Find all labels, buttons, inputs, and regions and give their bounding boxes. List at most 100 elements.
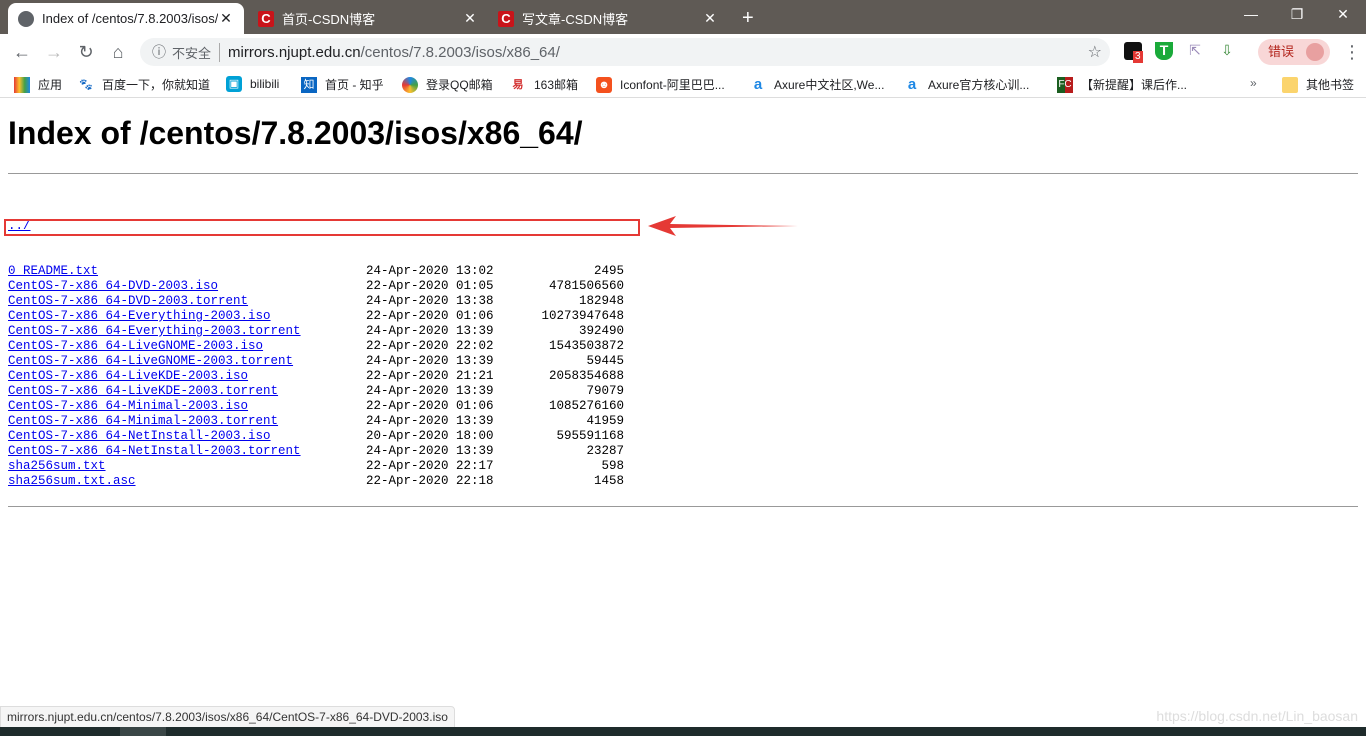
file-link[interactable]: CentOS-7-x86_64-LiveKDE-2003.iso <box>8 369 248 384</box>
info-icon[interactable]: ⓘ <box>152 42 166 62</box>
file-size: 2058354688 <box>548 369 624 383</box>
file-row: CentOS-7-x86_64-Minimal-2003.iso 22-Apr-2… <box>8 399 1358 414</box>
status-bar-url: mirrors.njupt.edu.cn/centos/7.8.2003/iso… <box>0 706 455 728</box>
file-link[interactable]: CentOS-7-x86_64-Minimal-2003.iso <box>8 399 248 414</box>
file-link[interactable]: CentOS-7-x86_64-Everything-2003.torrent <box>8 324 301 339</box>
restore-icon[interactable]: ❐ <box>1274 0 1320 30</box>
file-size: 595591168 <box>556 429 624 443</box>
bookmarks-bar: 应用 🐾 百度一下，你就知道 ▣ bilibili 知首页 - 知乎 登录QQ邮箱 … <box>0 70 1366 98</box>
close-window-icon[interactable]: ✕ <box>1320 0 1366 30</box>
file-link[interactable]: 0_README.txt <box>8 264 98 279</box>
axure-icon: a <box>753 75 763 93</box>
cursor-extension-icon[interactable]: ⇱ <box>1186 42 1204 60</box>
bookmark-homework[interactable]: FC 【新提醒】课后作... <box>1057 76 1187 93</box>
file-row: CentOS-7-x86_64-Everything-2003.iso 22-Ap… <box>8 309 1358 324</box>
file-date: 24-Apr-2020 13:39 <box>366 384 494 398</box>
file-date: 24-Apr-2020 13:02 <box>366 264 494 278</box>
file-row: CentOS-7-x86_64-Minimal-2003.torrent 24-A… <box>8 414 1358 429</box>
file-row: CentOS-7-x86_64-LiveKDE-2003.torrent 24-A… <box>8 384 1358 399</box>
apps-grid-icon <box>14 76 30 93</box>
close-tab-icon[interactable]: ✕ <box>702 10 718 27</box>
file-size: 392490 <box>578 324 624 338</box>
bookmark-iconfont[interactable]: ☻ Iconfont-阿里巴巴... <box>596 76 725 93</box>
fc-icon: FC <box>1057 76 1073 93</box>
bookmark-bilibili[interactable]: ▣ bilibili <box>226 76 279 92</box>
file-link[interactable]: CentOS-7-x86_64-NetInstall-2003.torrent <box>8 444 301 459</box>
reload-icon[interactable]: ↻ <box>70 42 102 63</box>
red-arrow-annotation <box>648 216 798 236</box>
file-row: sha256sum.txt.asc 22-Apr-2020 22:18 1458 <box>8 474 1358 489</box>
folder-icon <box>1282 76 1298 93</box>
axure-icon: a <box>907 75 917 93</box>
shield-extension-icon[interactable]: T <box>1155 42 1173 60</box>
file-link[interactable]: sha256sum.txt <box>8 459 106 474</box>
file-date: 24-Apr-2020 13:39 <box>366 414 494 428</box>
minimize-icon[interactable]: — <box>1228 0 1274 30</box>
file-date: 22-Apr-2020 01:05 <box>366 279 494 293</box>
menu-icon[interactable]: ⋮ <box>1336 42 1366 63</box>
tab-index[interactable]: Index of /centos/7.8.2003/isos/x86_64/ ✕ <box>8 3 244 34</box>
tab-csdn-home[interactable]: C 首页-CSDN博客 ✕ <box>248 3 488 34</box>
new-tab-button[interactable]: + <box>732 3 762 34</box>
file-size: 10273947648 <box>541 309 624 323</box>
file-date: 24-Apr-2020 13:39 <box>366 444 494 458</box>
bookmark-baidu[interactable]: 🐾 百度一下，你就知道 <box>78 76 210 93</box>
toolbar: ← → ↻ ⌂ ⓘ 不安全 mirrors.njupt.edu.cn/cento… <box>0 34 1366 70</box>
forward-icon[interactable]: → <box>38 42 70 63</box>
file-date: 22-Apr-2020 22:02 <box>366 339 494 353</box>
file-link[interactable]: CentOS-7-x86_64-LiveKDE-2003.torrent <box>8 384 278 399</box>
back-icon[interactable]: ← <box>6 42 38 63</box>
globe-icon <box>18 10 34 27</box>
bookmarks-overflow[interactable]: » <box>1250 76 1257 90</box>
file-date: 22-Apr-2020 01:06 <box>366 309 494 323</box>
bookmark-axure-training[interactable]: a Axure官方核心训... <box>904 75 1030 93</box>
iconfont-icon: ☻ <box>596 76 612 93</box>
file-date: 22-Apr-2020 22:18 <box>366 474 494 488</box>
avatar <box>1306 43 1324 61</box>
other-bookmarks[interactable]: 其他书签 <box>1282 76 1354 93</box>
file-size: 59445 <box>586 354 624 368</box>
file-date: 24-Apr-2020 13:39 <box>366 324 494 338</box>
bookmark-star-icon[interactable]: ☆ <box>1088 42 1102 62</box>
close-tab-icon[interactable]: ✕ <box>218 10 234 27</box>
file-link[interactable]: CentOS-7-x86_64-Minimal-2003.torrent <box>8 414 278 429</box>
file-size: 1085276160 <box>548 399 624 413</box>
tab-strip: Index of /centos/7.8.2003/isos/x86_64/ ✕… <box>0 0 1366 34</box>
file-link[interactable]: CentOS-7-x86_64-NetInstall-2003.iso <box>8 429 271 444</box>
bookmark-163[interactable]: 易 163邮箱 <box>510 76 579 93</box>
bookmark-apps[interactable]: 应用 <box>14 76 62 93</box>
tab-csdn-write[interactable]: C 写文章-CSDN博客 ✕ <box>488 3 728 34</box>
file-link[interactable]: sha256sum.txt.asc <box>8 474 136 489</box>
file-link[interactable]: CentOS-7-x86_64-LiveGNOME-2003.iso <box>8 339 263 354</box>
address-bar[interactable]: ⓘ 不安全 mirrors.njupt.edu.cn/centos/7.8.20… <box>140 38 1110 66</box>
file-link[interactable]: CentOS-7-x86_64-Everything-2003.iso <box>8 309 271 324</box>
bookmark-axure-cn[interactable]: a Axure中文社区,We... <box>750 75 885 93</box>
file-row: CentOS-7-x86_64-DVD-2003.torrent 24-Apr-2… <box>8 294 1358 309</box>
file-link[interactable]: CentOS-7-x86_64-DVD-2003.iso <box>8 279 218 294</box>
file-size: 79079 <box>586 384 624 398</box>
bookmark-zhihu[interactable]: 知首页 - 知乎 <box>301 76 384 93</box>
file-row: sha256sum.txt 22-Apr-2020 22:17 598 <box>8 459 1358 474</box>
file-size: 23287 <box>586 444 624 458</box>
file-row: CentOS-7-x86_64-NetInstall-2003.iso 20-Ap… <box>8 429 1358 444</box>
file-row: CentOS-7-x86_64-DVD-2003.iso 22-Apr-2020 … <box>8 279 1358 294</box>
file-row: CentOS-7-x86_64-LiveGNOME-2003.torrent 24… <box>8 354 1358 369</box>
close-tab-icon[interactable]: ✕ <box>462 10 478 27</box>
file-date: 22-Apr-2020 01:06 <box>366 399 494 413</box>
bookmark-qqmail[interactable]: 登录QQ邮箱 <box>402 76 493 93</box>
file-link[interactable]: CentOS-7-x86_64-DVD-2003.torrent <box>8 294 248 309</box>
file-size: 41959 <box>586 414 624 428</box>
file-date: 24-Apr-2020 13:38 <box>366 294 494 308</box>
extension-icon[interactable]: 3 <box>1124 42 1143 63</box>
directory-listing-page: Index of /centos/7.8.2003/isos/x86_64/ .… <box>8 98 1358 507</box>
taskbar-item[interactable] <box>120 727 166 736</box>
file-size: 182948 <box>578 294 624 308</box>
file-link[interactable]: CentOS-7-x86_64-LiveGNOME-2003.torrent <box>8 354 293 369</box>
file-size: 1458 <box>593 474 624 488</box>
file-size: 4781506560 <box>548 279 624 293</box>
home-icon[interactable]: ⌂ <box>102 42 134 63</box>
profile-button[interactable]: 错误 <box>1258 39 1330 65</box>
file-size: 2495 <box>593 264 624 278</box>
file-date: 20-Apr-2020 18:00 <box>366 429 494 443</box>
download-extension-icon[interactable]: ⇩ <box>1218 42 1236 60</box>
